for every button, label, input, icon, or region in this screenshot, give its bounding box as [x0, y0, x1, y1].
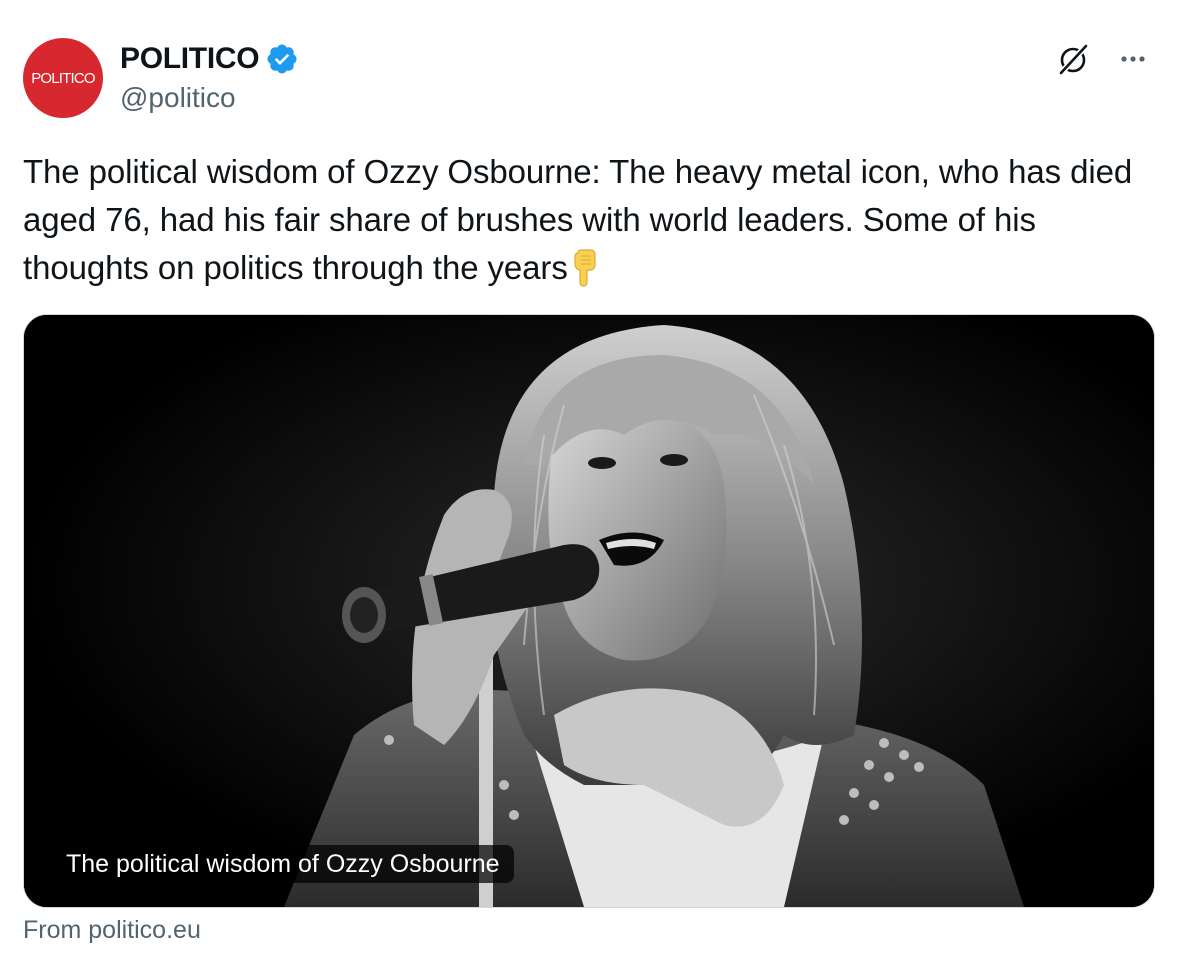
pointing-down-emoji — [568, 249, 602, 287]
author-name-row: POLITICO — [120, 40, 299, 78]
card-source-link[interactable]: From politico.eu — [23, 916, 201, 945]
card-photo — [24, 315, 1154, 907]
card-title: The political wisdom of Ozzy Osbourne — [56, 845, 514, 883]
handle[interactable]: @politico — [120, 82, 236, 114]
grok-icon[interactable] — [1054, 40, 1092, 78]
more-horizontal-icon[interactable] — [1114, 40, 1152, 78]
display-name[interactable]: POLITICO — [120, 42, 260, 76]
avatar-logo-text: POLITICO — [31, 69, 95, 87]
tweet-top-actions — [1054, 40, 1152, 78]
link-card[interactable]: The political wisdom of Ozzy Osbourne — [23, 314, 1155, 908]
tweet-text: The political wisdom of Ozzy Osbourne: T… — [23, 148, 1153, 292]
verified-badge-icon[interactable] — [265, 42, 299, 76]
tweet: POLITICO POLITICO @politico The politica… — [0, 0, 1180, 968]
avatar[interactable]: POLITICO — [23, 38, 103, 118]
